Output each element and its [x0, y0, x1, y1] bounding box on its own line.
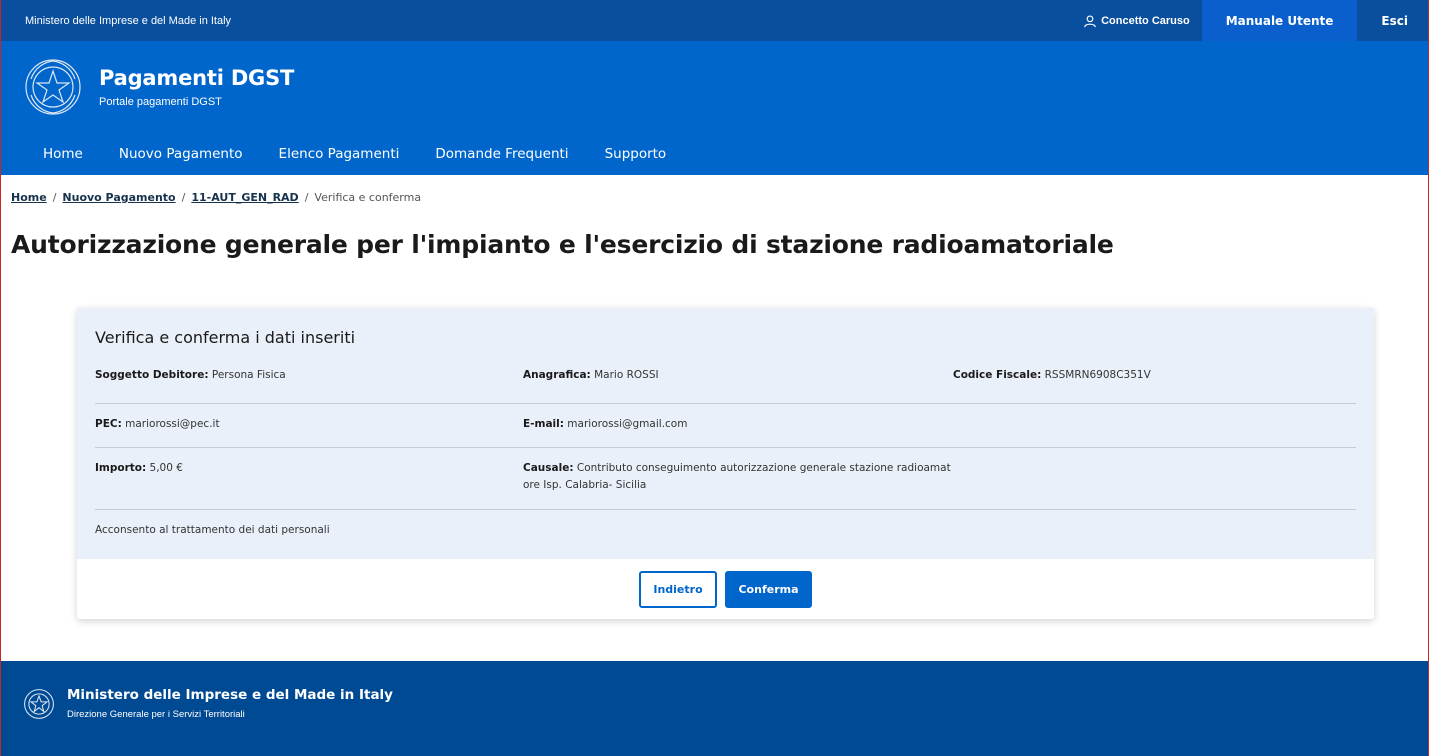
importo-label: Importo: — [95, 462, 147, 474]
page-title: Autorizzazione generale per l'impianto e… — [11, 230, 1114, 259]
brand[interactable]: Pagamenti DGST Portale pagamenti DGST — [23, 57, 294, 117]
slim-header-actions: Concetto Caruso Manuale Utente Esci — [1071, 0, 1428, 41]
breadcrumb-separator: / — [181, 191, 186, 204]
nav-domande-frequenti[interactable]: Domande Frequenti — [417, 138, 586, 170]
nav-supporto[interactable]: Supporto — [587, 138, 685, 170]
main-nav: Home Nuovo Pagamento Elenco Pagamenti Do… — [25, 138, 684, 170]
back-button[interactable]: Indietro — [639, 570, 717, 608]
card-title: Verifica e conferma i dati inseriti — [95, 328, 356, 347]
codice-fiscale-value: RSSMRN6908C351V — [1041, 369, 1151, 381]
breadcrumb-home[interactable]: Home — [11, 191, 47, 204]
breadcrumb: Home / Nuovo Pagamento / 11-AUT_GEN_RAD … — [11, 191, 421, 204]
soggetto-debitore-value: Persona Fisica — [208, 369, 286, 381]
pec-field: PEC: mariorossi@pec.it — [95, 418, 523, 447]
breadcrumb-separator: / — [304, 191, 309, 204]
footer: Ministero delle Imprese e del Made in It… — [1, 661, 1428, 756]
breadcrumb-separator: / — [52, 191, 57, 204]
email-value: mariorossi@gmail.com — [563, 418, 688, 430]
summary-row: Importo: 5,00 € Causale: Contributo cons… — [95, 448, 1356, 510]
anagrafica-field: Anagrafica: Mario ROSSI — [523, 369, 953, 403]
causale-label: Causale: — [523, 462, 574, 474]
codice-fiscale-label: Codice Fiscale: — [953, 369, 1042, 381]
breadcrumb-current: Verifica e conferma — [314, 191, 422, 204]
footer-emblem-icon — [24, 688, 54, 719]
user-name: Concetto Caruso — [1101, 14, 1190, 27]
footer-title: Ministero delle Imprese e del Made in It… — [67, 687, 393, 703]
pec-label: PEC: — [95, 418, 122, 430]
manual-button[interactable]: Manuale Utente — [1201, 0, 1358, 41]
user-menu[interactable]: Concetto Caruso — [1071, 0, 1202, 41]
summary-row: PEC: mariorossi@pec.it E-mail: marioross… — [95, 404, 1356, 448]
summary-card: Verifica e conferma i dati inseriti Sogg… — [77, 308, 1374, 619]
importo-field: Importo: 5,00 € — [95, 462, 523, 509]
brand-title: Pagamenti DGST — [99, 66, 295, 90]
nav-nuovo-pagamento[interactable]: Nuovo Pagamento — [101, 138, 261, 170]
causale-value-line2: ore Isp. Calabria- Sicilia — [523, 479, 647, 491]
email-field: E-mail: mariorossi@gmail.com — [523, 418, 953, 447]
breadcrumb-nuovo-pagamento[interactable]: Nuovo Pagamento — [62, 191, 175, 204]
nav-elenco-pagamenti[interactable]: Elenco Pagamenti — [261, 138, 418, 170]
brand-text: Pagamenti DGST Portale pagamenti DGST — [99, 66, 294, 108]
importo-value: 5,00 € — [146, 462, 183, 474]
footer-brand[interactable]: Ministero delle Imprese e del Made in It… — [23, 687, 393, 720]
soggetto-debitore-field: Soggetto Debitore: Persona Fisica — [95, 369, 523, 403]
confirm-button[interactable]: Conferma — [725, 570, 812, 608]
summary-card-body: Verifica e conferma i dati inseriti Sogg… — [77, 308, 1374, 559]
email-label: E-mail: — [523, 418, 564, 430]
summary-row: Soggetto Debitore: Persona Fisica Anagra… — [95, 369, 1356, 404]
footer-subtitle: Direzione Generale per i Servizi Territo… — [67, 709, 245, 720]
nav-home[interactable]: Home — [25, 138, 101, 170]
consent-text: Acconsento al trattamento dei dati perso… — [95, 524, 330, 536]
slim-header: Ministero delle Imprese e del Made in It… — [1, 0, 1428, 41]
emblem-icon — [25, 59, 81, 115]
causale-value-line1: Contributo conseguimento autorizzazione … — [573, 462, 951, 474]
anagrafica-value: Mario ROSSI — [590, 369, 659, 381]
logout-button[interactable]: Esci — [1357, 0, 1428, 41]
pec-value: mariorossi@pec.it — [121, 418, 220, 430]
breadcrumb-service-code[interactable]: 11-AUT_GEN_RAD — [191, 191, 298, 204]
footer-brand-text: Ministero delle Imprese e del Made in It… — [67, 687, 393, 720]
card-actions: Indietro Conferma — [77, 559, 1374, 619]
causale-field: Causale: Contributo conseguimento autori… — [523, 460, 953, 509]
brand-subtitle: Portale pagamenti DGST — [99, 96, 222, 108]
user-icon — [1084, 14, 1096, 27]
soggetto-debitore-label: Soggetto Debitore: — [95, 369, 209, 381]
codice-fiscale-field: Codice Fiscale: RSSMRN6908C351V — [953, 369, 1353, 403]
main-header: Pagamenti DGST Portale pagamenti DGST Ho… — [1, 41, 1428, 175]
ministry-name: Ministero delle Imprese e del Made in It… — [25, 14, 232, 27]
anagrafica-label: Anagrafica: — [523, 369, 591, 381]
